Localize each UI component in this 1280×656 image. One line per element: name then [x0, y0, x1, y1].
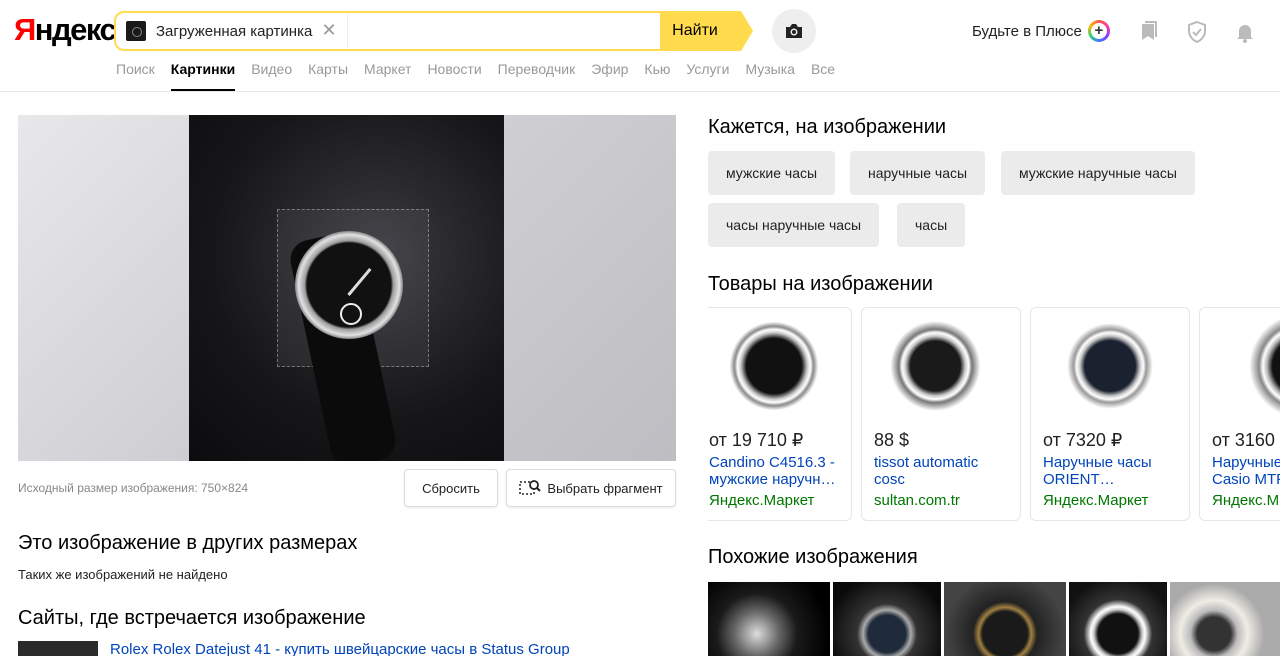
product-price: от 7320 ₽: [1043, 430, 1123, 450]
product-shop[interactable]: Яндекс.Маркет: [1212, 492, 1280, 509]
product-shop[interactable]: Яндекс.Маркет: [709, 492, 814, 509]
product-image: [718, 310, 830, 422]
site-link[interactable]: Rolex Rolex Datejust 41 - купить швейцар…: [110, 641, 570, 656]
product-price: от 19 710 ₽: [709, 430, 804, 450]
product-title[interactable]: tissot automatic cosc: [874, 454, 1009, 488]
nav-item-news[interactable]: Новости: [427, 61, 481, 91]
crop-search-icon: [519, 479, 542, 497]
search-box[interactable]: Загруженная картинка ✕: [114, 11, 662, 51]
uploaded-watch-photo: [189, 115, 504, 461]
products-heading: Товары на изображении: [708, 273, 933, 295]
tag-chip[interactable]: мужские часы: [708, 151, 836, 195]
product-image: [885, 310, 997, 422]
watch-subdial: [340, 303, 362, 325]
select-fragment-button[interactable]: Выбрать фрагмент: [506, 469, 676, 507]
product-shop[interactable]: sultan.com.tr: [874, 492, 960, 509]
nav-item-efir[interactable]: Эфир: [591, 61, 628, 91]
logo-first-letter: Я: [14, 12, 36, 47]
product-price: 88 $: [874, 430, 910, 450]
plus-promo-label: Будьте в Плюсе: [972, 22, 1082, 40]
product-shop[interactable]: Яндекс.Маркет: [1043, 492, 1148, 509]
uploaded-image-label: Загруженная картинка: [156, 22, 313, 40]
logo-rest: ндекс: [34, 12, 117, 47]
select-fragment-label: Выбрать фрагмент: [547, 480, 663, 496]
other-sizes-note: Таких же изображений не найдено: [18, 567, 228, 582]
product-card[interactable]: от 19 710 ₽ Candino C4516.3 - мужские на…: [708, 307, 852, 521]
tag-chip[interactable]: часы наручные часы: [708, 203, 880, 247]
header: Яндекс Загруженная картинка ✕ Найти Будь…: [0, 0, 1280, 92]
bell-icon[interactable]: [1233, 20, 1257, 44]
plus-promo-link[interactable]: Будьте в Плюсе: [972, 20, 1110, 42]
product-price: от 3160 ₽: [1212, 430, 1280, 450]
service-nav: Поиск Картинки Видео Карты Маркет Новост…: [116, 61, 851, 91]
product-card[interactable]: от 3160 ₽ Наручные часы Casio MTP Яндекс…: [1199, 307, 1280, 521]
product-image: [1054, 310, 1166, 422]
original-size-text: Исходный размер изображения: 750×824: [18, 481, 249, 495]
tag-chip[interactable]: наручные часы: [850, 151, 986, 195]
nav-item-q[interactable]: Кью: [644, 61, 670, 91]
tags-heading: Кажется, на изображении: [708, 116, 947, 138]
similar-image[interactable]: [833, 582, 941, 656]
nav-item-music[interactable]: Музыка: [745, 61, 795, 91]
products-carousel: от 19 710 ₽ Candino C4516.3 - мужские на…: [708, 307, 1280, 522]
similar-heading: Похожие изображения: [708, 546, 918, 568]
product-title[interactable]: Наручные часы ORIENT…: [1043, 454, 1178, 488]
nav-item-images[interactable]: Картинки: [170, 61, 236, 91]
uploaded-image-chip[interactable]: Загруженная картинка ✕: [116, 13, 348, 49]
nav-item-translator[interactable]: Переводчик: [498, 61, 576, 91]
nav-item-search[interactable]: Поиск: [116, 61, 155, 91]
shield-icon[interactable]: [1185, 20, 1209, 44]
product-title[interactable]: Candino C4516.3 - мужские наручн…: [709, 454, 844, 488]
product-card[interactable]: 88 $ tissot automatic cosc sultan.com.tr: [861, 307, 1021, 521]
yandex-logo[interactable]: Яндекс: [14, 12, 117, 48]
reset-button[interactable]: Сбросить: [404, 469, 498, 507]
other-sizes-heading: Это изображение в других размерах: [18, 532, 358, 554]
product-card[interactable]: от 7320 ₽ Наручные часы ORIENT… Яндекс.М…: [1030, 307, 1190, 521]
nav-item-services[interactable]: Услуги: [686, 61, 729, 91]
similar-image[interactable]: [1069, 582, 1167, 656]
close-icon[interactable]: ✕: [321, 21, 337, 39]
search-button[interactable]: Найти: [661, 11, 753, 51]
plus-logo-icon: [1087, 20, 1110, 42]
product-image: [1223, 310, 1280, 422]
uploaded-image-thumbnail: [126, 21, 146, 41]
tag-chip[interactable]: мужские наручные часы: [1001, 151, 1195, 195]
product-title[interactable]: Наручные часы Casio MTP: [1212, 454, 1280, 488]
similar-image[interactable]: [708, 582, 830, 656]
similar-image[interactable]: [1170, 582, 1280, 656]
similar-image[interactable]: [944, 582, 1066, 656]
camera-icon[interactable]: [772, 9, 816, 53]
sites-heading: Сайты, где встречается изображение: [18, 607, 366, 629]
collections-icon[interactable]: [1137, 20, 1161, 44]
tag-chip[interactable]: часы: [897, 203, 966, 247]
image-preview: [18, 115, 676, 461]
nav-item-all[interactable]: Все: [811, 61, 835, 91]
nav-item-video[interactable]: Видео: [251, 61, 292, 91]
nav-item-maps[interactable]: Карты: [308, 61, 348, 91]
nav-item-market[interactable]: Маркет: [364, 61, 411, 91]
site-thumbnail[interactable]: [18, 641, 98, 656]
similar-images-strip: [708, 582, 1280, 656]
